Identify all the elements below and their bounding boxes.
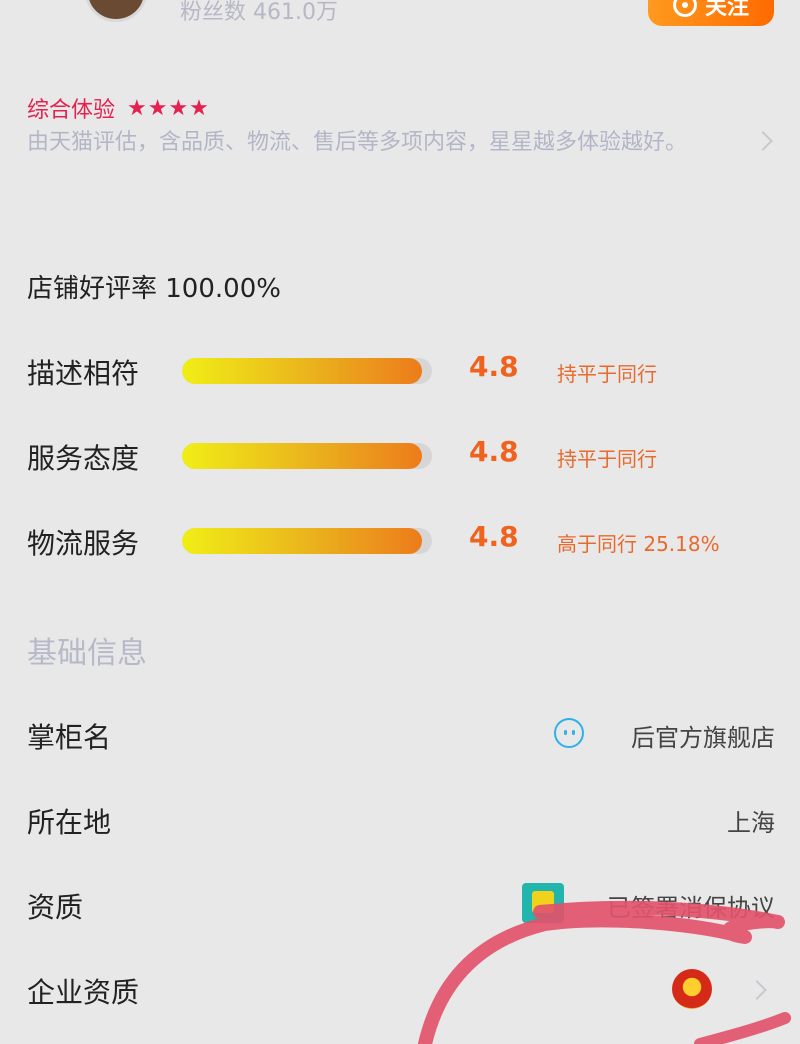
rating-label: 服务态度	[27, 442, 140, 475]
info-row-business-license[interactable]: 企业资质	[27, 967, 775, 1011]
info-label: 所在地	[27, 806, 112, 839]
experience-title: 综合体验	[27, 98, 116, 123]
chevron-right-icon	[747, 980, 767, 1000]
rating-bar-fill	[182, 358, 422, 384]
shop-avatar[interactable]	[85, 0, 147, 22]
rating-label: 物流服务	[27, 527, 140, 560]
rating-bar-fill	[182, 528, 422, 554]
fans-count: 粉丝数 461.0万	[180, 0, 338, 25]
info-label: 资质	[27, 891, 84, 924]
rating-comparison: 高于同行 25.18%	[557, 532, 720, 556]
rating-score: 4.8	[469, 435, 519, 468]
experience-header[interactable]: 综合体验 ★★★★	[27, 92, 210, 124]
info-row-shopkeeper[interactable]: 掌柜名 后官方旗舰店	[27, 712, 775, 756]
rating-row-service: 服务态度 4.8 持平于同行	[27, 435, 787, 475]
rating-bar	[182, 443, 432, 469]
rating-row-description: 描述相符 4.8 持平于同行	[27, 350, 787, 390]
follow-icon	[672, 0, 697, 17]
rating-score: 4.8	[469, 520, 519, 553]
shopping-bag-cert-icon	[522, 883, 564, 923]
info-row-location: 所在地 上海	[27, 797, 775, 841]
rating-bar	[182, 358, 432, 384]
national-emblem-icon	[672, 969, 712, 1009]
info-row-qualification[interactable]: 资质 已签署消保协议	[27, 882, 775, 926]
experience-description: 由天猫评估，含品质、物流、售后等多项内容，星星越多体验越好。	[27, 130, 688, 155]
follow-label: 关注	[704, 0, 749, 20]
info-value: 后官方旗舰店	[631, 724, 775, 752]
info-label: 掌柜名	[27, 721, 112, 754]
info-value: 已签署消保协议	[607, 894, 775, 922]
basic-info-title: 基础信息	[27, 636, 147, 671]
star-rating: ★★★★	[127, 95, 210, 121]
rating-comparison: 持平于同行	[557, 362, 657, 386]
rating-comparison: 持平于同行	[557, 447, 657, 471]
good-rate: 店铺好评率 100.00%	[27, 274, 281, 304]
rating-label: 描述相符	[27, 357, 140, 390]
rating-row-logistics: 物流服务 4.8 高于同行 25.18%	[27, 520, 787, 560]
info-value: 上海	[727, 809, 775, 837]
rating-bar	[182, 528, 432, 554]
smiley-bot-icon	[554, 718, 584, 748]
info-label: 企业资质	[27, 976, 140, 1009]
follow-button[interactable]: 关注	[648, 0, 774, 26]
chevron-right-icon[interactable]	[753, 131, 773, 151]
rating-bar-fill	[182, 443, 422, 469]
rating-score: 4.8	[469, 350, 519, 383]
shop-info-page: 粉丝数 461.0万 关注 综合体验 ★★★★ 由天猫评估，含品质、物流、售后等…	[0, 0, 800, 1044]
